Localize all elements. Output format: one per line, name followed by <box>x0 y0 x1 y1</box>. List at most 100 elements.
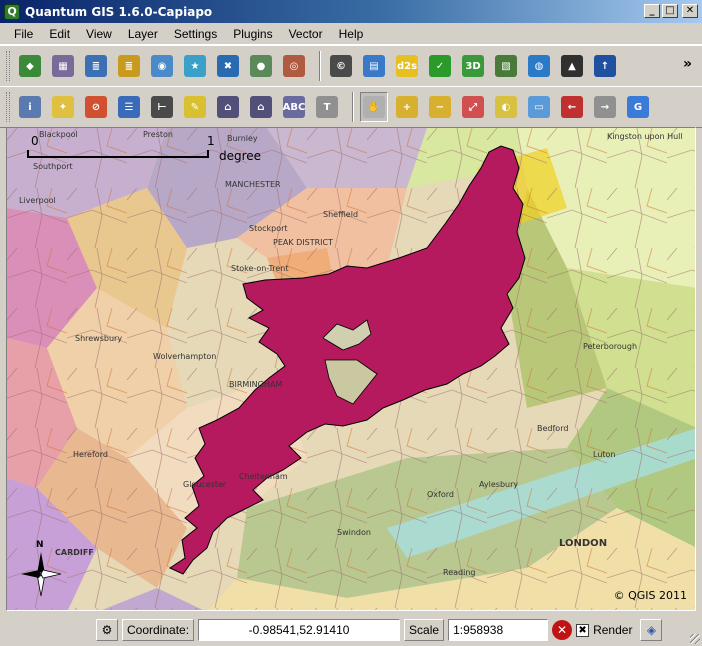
zoom-full-button[interactable]: ⤢ <box>459 92 487 122</box>
histogram-icon: ▲ <box>561 55 583 77</box>
toolbar-grip[interactable] <box>6 92 10 122</box>
minimize-button[interactable]: _ <box>644 4 660 18</box>
copyright-label-button[interactable]: © <box>327 51 355 81</box>
add-wfs-layer-icon: ◉ <box>151 55 173 77</box>
coordinate-toggle-icon[interactable]: ⚙ <box>96 619 118 641</box>
add-oracle-layer-icon: ● <box>250 55 272 77</box>
scale-bar-start: 0 <box>31 134 39 148</box>
zoom-to-layer-button[interactable]: ▭ <box>525 92 553 122</box>
map-place-label: Gloucester <box>183 480 227 489</box>
add-postgis-layer-icon: ≣ <box>85 55 107 77</box>
north-arrow-icon: N <box>21 540 61 600</box>
pan-button[interactable]: ✋ <box>360 92 388 122</box>
add-wfs-layer-button[interactable]: ◉ <box>148 51 176 81</box>
menu-edit[interactable]: Edit <box>41 25 78 43</box>
menu-file[interactable]: File <box>6 25 41 43</box>
annotation-button[interactable]: T <box>313 92 341 122</box>
new-vector-layer-button[interactable]: ★ <box>181 51 209 81</box>
map-place-label: Sheffield <box>323 210 359 219</box>
add-wms-layer-icon: ◆ <box>19 55 41 77</box>
resize-grip[interactable] <box>690 634 700 644</box>
3d-viewer-button[interactable]: 3D <box>459 51 487 81</box>
projection-status-icon[interactable]: ◈ <box>640 619 663 641</box>
show-bookmarks-button[interactable]: ⌂ <box>247 92 275 122</box>
map-place-label: Aylesbury <box>479 480 519 489</box>
menu-vector[interactable]: Vector <box>281 25 331 43</box>
globe-button[interactable]: ◍ <box>525 51 553 81</box>
deselect-features-button[interactable]: ⊘ <box>82 92 110 122</box>
georeferencer-button[interactable]: ▧ <box>492 51 520 81</box>
zoom-to-selection-button[interactable]: ◐ <box>492 92 520 122</box>
title-bar: Q Quantum GIS 1.6.0-Capiapo _ □ ✕ <box>0 0 702 23</box>
navigation-toolbar: i ✦ ⊘ ☰ ⊢ ✎ ⌂ ⌂ ABC T ✋ + − ⤢ ◐ ▭ ← → G <box>0 86 702 128</box>
select-features-button[interactable]: ✦ <box>49 92 77 122</box>
identify-button[interactable]: i <box>16 92 44 122</box>
menu-plugins[interactable]: Plugins <box>225 25 280 43</box>
render-label: Render <box>593 623 633 637</box>
status-bar: ⚙ Coordinate: -0.98541,52.91410 Scale 1:… <box>0 614 702 646</box>
add-raster-layer-button[interactable]: ▦ <box>49 51 77 81</box>
gps-tools-button[interactable]: ✓ <box>426 51 454 81</box>
3d-viewer-icon: 3D <box>462 55 484 77</box>
add-oracle-layer-button[interactable]: ● <box>247 51 275 81</box>
stop-render-icon[interactable]: ✕ <box>552 620 573 640</box>
add-gps-layer-icon: ◎ <box>283 55 305 77</box>
add-postgis-layer-button[interactable]: ≣ <box>82 51 110 81</box>
select-features-icon: ✦ <box>52 96 74 118</box>
add-wms-layer-button[interactable]: ◆ <box>16 51 44 81</box>
histogram-button[interactable]: ▲ <box>558 51 586 81</box>
remove-layer-icon: ✖ <box>217 55 239 77</box>
window-controls: _ □ ✕ <box>644 4 698 18</box>
add-spatialite-layer-button[interactable]: ≣ <box>115 51 143 81</box>
map-canvas[interactable]: Blackpool Preston Burnley Kingston upon … <box>6 127 696 611</box>
refresh-icon: G <box>627 96 649 118</box>
identify-icon: i <box>19 96 41 118</box>
map-place-label: PEAK DISTRICT <box>273 238 334 247</box>
menu-settings[interactable]: Settings <box>166 25 225 43</box>
globe-icon: ◍ <box>528 55 550 77</box>
coordinate-field[interactable]: -0.98541,52.91410 <box>198 619 401 641</box>
attribute-table-icon: ☰ <box>118 96 140 118</box>
save-as-button[interactable]: ▤ <box>360 51 388 81</box>
scale-field[interactable]: 1:958938 <box>448 619 549 641</box>
menu-help[interactable]: Help <box>331 25 372 43</box>
refresh-button[interactable]: G <box>624 92 652 122</box>
zoom-out-icon: − <box>429 96 451 118</box>
remove-layer-button[interactable]: ✖ <box>214 51 242 81</box>
qgis-logo-icon: Q <box>4 3 20 20</box>
add-spatialite-layer-icon: ≣ <box>118 55 140 77</box>
measure-line-button[interactable]: ⊢ <box>148 92 176 122</box>
zoom-out-button[interactable]: − <box>426 92 454 122</box>
d2s-button[interactable]: d2s <box>393 51 421 81</box>
toolbar-separator <box>319 51 321 81</box>
attribute-table-button[interactable]: ☰ <box>115 92 143 122</box>
menu-view[interactable]: View <box>78 25 120 43</box>
zoom-in-button[interactable]: + <box>393 92 421 122</box>
toolbar-grip[interactable] <box>6 51 10 81</box>
toolbar-overflow-icon[interactable]: » <box>683 56 692 72</box>
scale-bar: 0 1 degree <box>27 134 287 163</box>
zoom-full-icon: ⤢ <box>462 96 484 118</box>
map-place-label: Bedford <box>537 424 569 433</box>
map-place-label: Oxford <box>427 490 454 499</box>
map-place-label: Shrewsbury <box>75 334 123 343</box>
add-gps-layer-button[interactable]: ◎ <box>280 51 308 81</box>
label-icon: ABC <box>283 96 305 118</box>
menu-layer[interactable]: Layer <box>120 25 166 43</box>
zoom-next-button[interactable]: → <box>591 92 619 122</box>
maximize-button[interactable]: □ <box>662 4 678 18</box>
label-button[interactable]: ABC <box>280 92 308 122</box>
map-place-label: Reading <box>443 568 476 577</box>
zoom-last-button[interactable]: ← <box>558 92 586 122</box>
render-checkbox[interactable]: ✖ <box>576 623 590 637</box>
show-bookmarks-icon: ⌂ <box>250 96 272 118</box>
map-place-label: Stoke-on-Trent <box>231 264 289 273</box>
new-bookmark-button[interactable]: ⌂ <box>214 92 242 122</box>
d2s-icon: d2s <box>396 55 418 77</box>
close-button[interactable]: ✕ <box>682 4 698 18</box>
north-arrow-button[interactable]: ↑ <box>591 51 619 81</box>
deselect-features-icon: ⊘ <box>85 96 107 118</box>
zoom-to-selection-icon: ◐ <box>495 96 517 118</box>
scale-label: Scale <box>404 619 445 641</box>
map-tips-button[interactable]: ✎ <box>181 92 209 122</box>
